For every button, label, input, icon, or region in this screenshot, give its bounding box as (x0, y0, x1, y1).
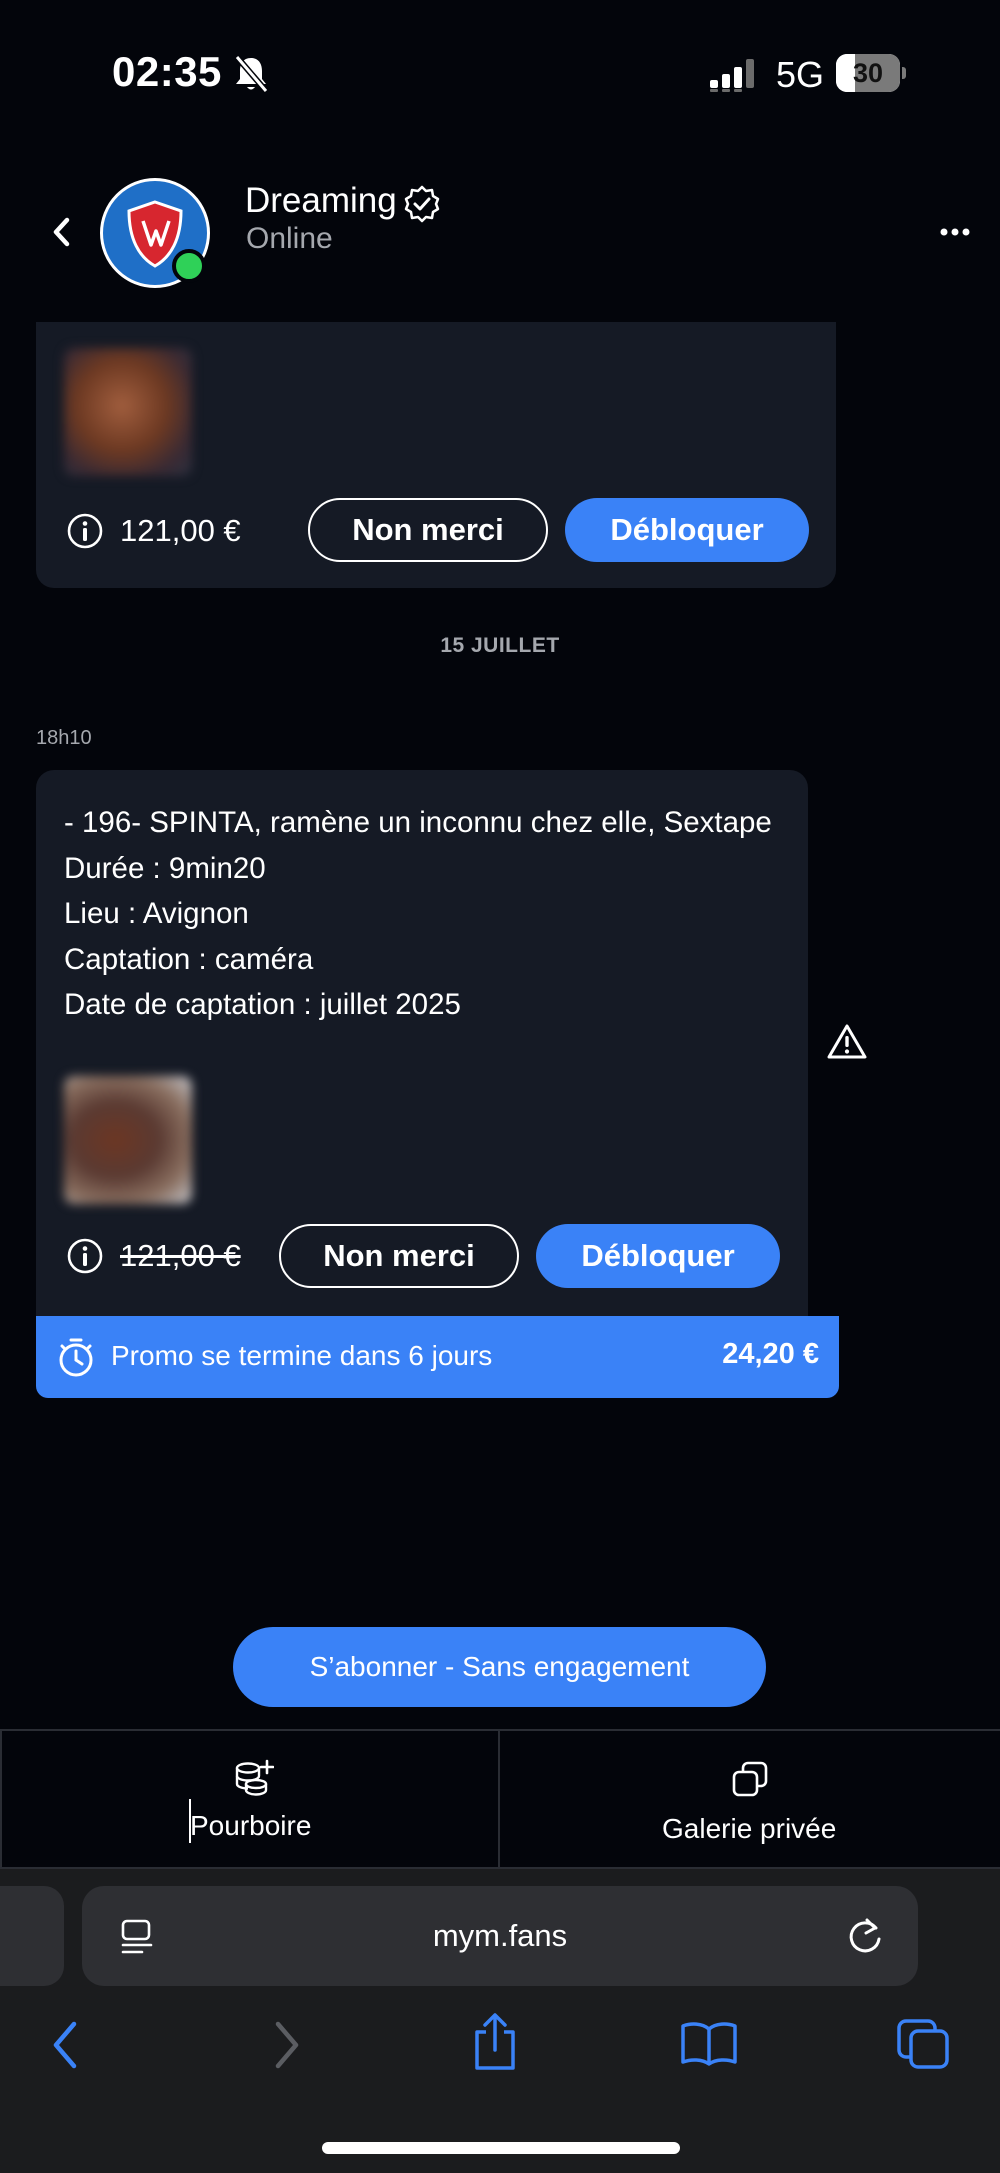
promo-price: 24,20 € (722, 1338, 819, 1370)
address-bar[interactable]: mym.fans (82, 1886, 918, 1986)
blurred-media-thumbnail[interactable] (64, 1076, 192, 1204)
back-chevron-icon[interactable] (50, 216, 72, 248)
decline-button[interactable]: Non merci (308, 498, 548, 562)
online-indicator (172, 249, 206, 283)
coins-plus-icon (235, 1759, 274, 1796)
gallery-copy-icon (732, 1761, 768, 1797)
browser-forward-icon[interactable] (272, 2020, 302, 2070)
private-gallery-button[interactable]: Galerie privée (500, 1731, 1000, 1869)
previous-tab-preview[interactable] (0, 1886, 64, 1986)
more-options-icon[interactable] (940, 224, 970, 240)
message-price: 121,00 € (120, 513, 241, 548)
message-line: Captation : caméra (64, 942, 314, 976)
browser-back-icon[interactable] (50, 2020, 80, 2070)
bell-muted-icon (234, 55, 269, 93)
locked-media-message: - 196- SPINTA, ramène un inconnu chez el… (36, 770, 808, 1316)
reload-icon[interactable] (846, 1914, 884, 1956)
unlock-button[interactable]: Débloquer (536, 1224, 780, 1288)
network-type: 5G (776, 54, 825, 95)
decline-button[interactable]: Non merci (279, 1224, 519, 1288)
action-bar: Pourboire Galerie privée (0, 1729, 1000, 1869)
timer-icon (59, 1338, 93, 1377)
tabs-overview-icon[interactable] (896, 2018, 950, 2070)
verified-badge-icon (404, 185, 440, 223)
date-separator: 15 JUILLET (440, 634, 560, 657)
bookmarks-icon[interactable] (680, 2020, 738, 2066)
url-text[interactable]: mym.fans (82, 1918, 918, 1954)
battery-level: 30 (852, 58, 884, 88)
share-icon[interactable] (472, 2012, 518, 2072)
message-line: - 196- SPINTA, ramène un inconnu chez el… (64, 806, 772, 839)
battery-icon: 30 (836, 54, 906, 92)
tip-label: Pourboire (190, 1810, 312, 1841)
info-icon[interactable] (66, 1237, 104, 1275)
home-indicator (322, 2142, 680, 2154)
unlock-button[interactable]: Débloquer (565, 498, 809, 562)
report-warning-icon[interactable] (826, 1022, 868, 1062)
original-price: 121,00 € (120, 1238, 241, 1273)
promo-banner: Promo se termine dans 6 jours 24,20 € (36, 1316, 839, 1398)
blurred-media-thumbnail[interactable] (64, 348, 192, 476)
promo-text: Promo se termine dans 6 jours (111, 1340, 493, 1371)
tip-button[interactable]: Pourboire (0, 1731, 500, 1869)
message-text: - 196- SPINTA, ramène un inconnu chez el… (64, 800, 804, 1028)
gallery-label: Galerie privée (662, 1813, 837, 1844)
info-icon[interactable] (66, 512, 104, 550)
message-line: Durée : 9min20 (64, 851, 266, 885)
message-line: Lieu : Avignon (64, 897, 249, 930)
message-time: 18h10 (36, 727, 92, 749)
contact-status: Online (246, 222, 333, 255)
cellular-signal-icon (710, 59, 754, 92)
status-time: 02:35 (112, 48, 222, 95)
message-line: Date de captation : juillet 2025 (64, 988, 461, 1021)
subscribe-button[interactable]: S’abonner - Sans engagement (233, 1627, 766, 1707)
contact-name[interactable]: Dreaming (245, 181, 397, 221)
locked-media-message: 121,00 € Non merci Débloquer (36, 322, 836, 588)
